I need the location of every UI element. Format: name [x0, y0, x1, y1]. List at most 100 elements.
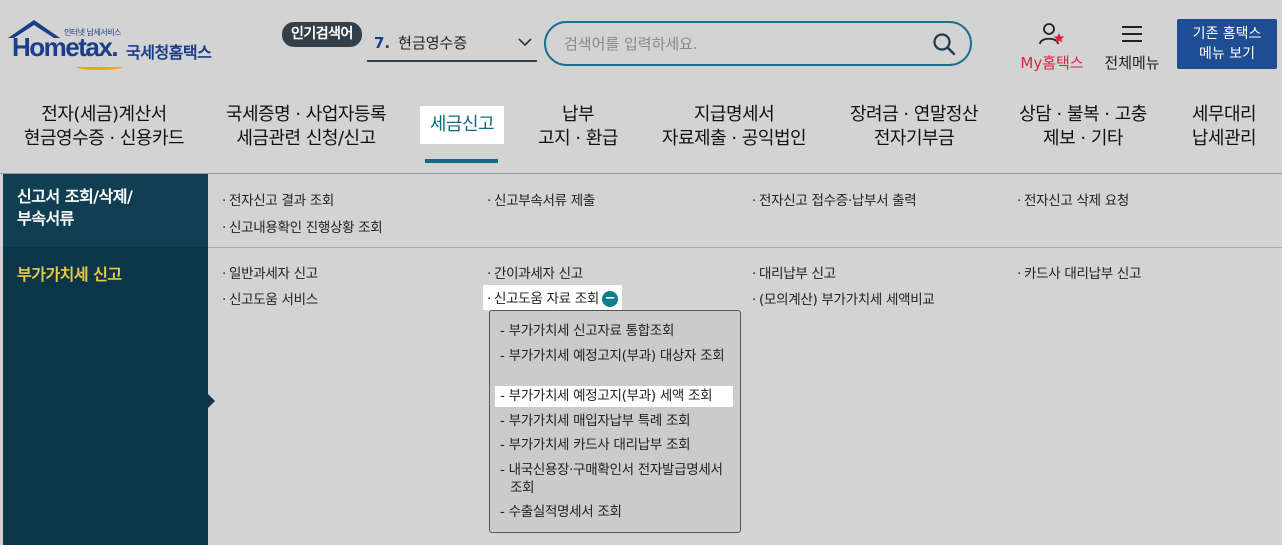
gnb-tab-line2: 고지 · 환급 — [538, 128, 618, 149]
search-icon[interactable] — [932, 32, 956, 56]
link-progress-status[interactable]: · 신고내용확인 진행상황 조회 — [222, 216, 383, 236]
filing-help-submenu: - 부가가치세 신고자료 통합조회 - 부가가치세 예정고지(부과) 대상자 조… — [489, 310, 741, 533]
bullet: · — [487, 266, 491, 282]
submenu-item[interactable]: - 부가가치세 신고자료 통합조회 — [500, 322, 735, 340]
category-label-line1: 신고서 조회/삭제/ — [17, 187, 133, 206]
gnb-tab-payment-statement[interactable]: 지급명세서 자료제출 · 공익법인 — [650, 103, 818, 151]
link-label: 신고도움 자료 조회 — [494, 291, 599, 307]
gnb-tab-label: 세금신고 — [419, 106, 505, 144]
link-filing-help-data[interactable]: · 신고도움 자료 조회 − — [483, 285, 622, 310]
link-filing-help-service[interactable]: · 신고도움 서비스 — [222, 288, 318, 308]
dash: - — [500, 413, 509, 429]
bullet: · — [222, 193, 226, 209]
link-card-proxy-payment[interactable]: · 카드사 대리납부 신고 — [1017, 262, 1141, 282]
link-receipt-print[interactable]: · 전자신고 접수증·납부서 출력 — [752, 189, 917, 209]
link-proxy-payment[interactable]: · 대리납부 신고 — [752, 262, 836, 282]
gnb-tab-line1: 장려금 · 연말정산 — [849, 104, 979, 125]
collapse-minus-icon[interactable]: − — [601, 291, 618, 307]
search-box — [544, 21, 972, 66]
link-label: 카드사 대리납부 신고 — [1024, 266, 1142, 282]
bullet: · — [1017, 193, 1021, 209]
logo-brand-ko: 국세청홈택스 — [126, 43, 212, 62]
old-homepage-line1: 기존 홈택스 — [1192, 26, 1262, 42]
popular-search-select[interactable]: 7. 현금영수증 — [367, 28, 537, 62]
header: 인터넷 납세서비스 Hometax. 국세청홈택스 인기검색어 7. 현금영수증 … — [0, 0, 1282, 88]
link-label: 전자신고 접수증·납부서 출력 — [759, 193, 917, 209]
search-input[interactable] — [564, 32, 924, 56]
row-divider — [208, 247, 1282, 248]
category-pointer-arrow — [208, 394, 215, 408]
submenu-item[interactable]: - 부가가치세 카드사 대리납부 조회 — [500, 436, 735, 454]
link-delete-request[interactable]: · 전자신고 삭제 요청 — [1017, 189, 1129, 209]
submenu-item[interactable]: - 내국신용장·구매확인서 전자발급명세서 조회 — [500, 461, 735, 497]
gnb-tab-line2: 현금영수증 · 신용카드 — [23, 128, 185, 149]
hamburger-icon — [1122, 26, 1142, 42]
logo-swoosh — [76, 64, 122, 70]
link-e-filing-result[interactable]: · 전자신고 결과 조회 — [222, 189, 334, 209]
gnb-tab-tax-agent[interactable]: 세무대리 납세관리 — [1180, 103, 1268, 151]
category-label: 부가가치세 신고 — [17, 265, 122, 284]
global-nav: 전자(세금)계산서 현금영수증 · 신용카드 국세증명 · 사업자등록 세금관련… — [0, 88, 1282, 174]
link-label: 대리납부 신고 — [759, 266, 836, 282]
link-simplified-taxpayer[interactable]: · 간이과세자 신고 — [487, 262, 583, 282]
gnb-tab-certificate[interactable]: 국세증명 · 사업자등록 세금관련 신청/신고 — [220, 103, 392, 151]
bullet: · — [222, 266, 226, 282]
dash: - — [500, 462, 509, 478]
gnb-tab-line2: 제보 · 기타 — [1043, 128, 1123, 149]
link-label: (모의계산) 부가가치세 세액비교 — [759, 292, 935, 308]
hometax-logo[interactable]: 인터넷 납세서비스 Hometax. 국세청홈택스 — [4, 18, 224, 74]
all-menu-label: 전체메뉴 — [1104, 54, 1160, 72]
submenu-label: 부가가치세 예정고지(부과) 대상자 조회 — [508, 348, 725, 364]
active-tab-underline — [425, 159, 498, 163]
submenu-label: 부가가치세 카드사 대리납부 조회 — [508, 437, 691, 453]
gnb-tab-tax-filing[interactable]: 세금신고 — [410, 106, 514, 144]
all-menu-button[interactable]: 전체메뉴 — [1100, 22, 1164, 73]
category-vat-filing[interactable]: 부가가치세 신고 — [3, 248, 208, 545]
user-star-icon — [1039, 23, 1065, 45]
category-label-line2: 부속서류 — [17, 209, 74, 228]
my-hometax-label: My홈택스 — [1020, 54, 1084, 72]
link-label: 신고도움 서비스 — [229, 292, 318, 308]
my-hometax-button[interactable]: My홈택스 — [1016, 22, 1088, 73]
gnb-tab-payment[interactable]: 납부 고지 · 환급 — [528, 103, 628, 151]
logo-brand: Hometax. — [12, 32, 119, 62]
dash: - — [500, 348, 509, 364]
submenu-label: 부가가치세 예정고지(부과) 세액 조회 — [508, 388, 713, 404]
bullet: · — [1017, 266, 1021, 282]
old-homepage-menu-button[interactable]: 기존 홈택스 메뉴 보기 — [1177, 19, 1277, 69]
link-mock-calculation[interactable]: · (모의계산) 부가가치세 세액비교 — [752, 288, 935, 308]
bullet: · — [222, 220, 226, 236]
gnb-tab-consultation[interactable]: 상담 · 불복 · 고충 제보 · 기타 — [1010, 103, 1156, 151]
popular-search-badge: 인기검색어 — [282, 22, 362, 47]
submenu-item[interactable]: - 수출실적명세서 조회 — [500, 503, 735, 521]
link-general-taxpayer[interactable]: · 일반과세자 신고 — [222, 262, 318, 282]
bullet: · — [752, 266, 756, 282]
bullet: · — [487, 291, 491, 307]
dash: - — [500, 437, 509, 453]
submenu-label: 부가가치세 신고자료 통합조회 — [508, 323, 675, 339]
link-label: 전자신고 삭제 요청 — [1024, 193, 1129, 209]
gnb-tab-line1: 상담 · 불복 · 고충 — [1019, 104, 1147, 125]
old-homepage-line2: 메뉴 보기 — [1199, 46, 1255, 62]
dash: - — [500, 388, 509, 404]
gnb-tab-line2: 납세관리 — [1191, 128, 1257, 149]
category-return-inquiry[interactable]: 신고서 조회/삭제/ 부속서류 — [3, 174, 208, 247]
gnb-tab-line1: 세무대리 — [1191, 104, 1257, 125]
bullet: · — [222, 292, 226, 308]
link-label: 신고부속서류 제출 — [494, 193, 595, 209]
gnb-tab-line1: 지급명세서 — [693, 104, 775, 125]
bullet: · — [752, 193, 756, 209]
link-submit-attachments[interactable]: · 신고부속서류 제출 — [487, 189, 595, 209]
link-label: 일반과세자 신고 — [229, 266, 318, 282]
submenu-label: 내국신용장·구매확인서 전자발급명세서 조회 — [508, 462, 723, 496]
gnb-tab-e-invoice[interactable]: 전자(세금)계산서 현금영수증 · 신용카드 — [18, 103, 190, 151]
gnb-tab-incentive[interactable]: 장려금 · 연말정산 전자기부금 — [840, 103, 988, 151]
gnb-tab-line2: 전자기부금 — [873, 128, 955, 149]
gnb-tab-line1: 국세증명 · 사업자등록 — [225, 104, 387, 125]
gnb-tab-line1: 납부 — [561, 104, 595, 125]
submenu-item[interactable]: - 부가가치세 예정고지(부과) 대상자 조회 — [500, 347, 735, 365]
link-label: 신고내용확인 진행상황 조회 — [229, 220, 383, 236]
submenu-item[interactable]: - 부가가치세 매입자납부 특례 조회 — [500, 412, 735, 430]
link-label: 전자신고 결과 조회 — [229, 193, 334, 209]
submenu-item-selected[interactable]: - 부가가치세 예정고지(부과) 세액 조회 — [495, 386, 733, 407]
